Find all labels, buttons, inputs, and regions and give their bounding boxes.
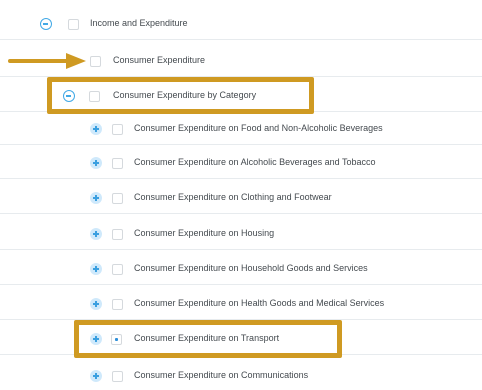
- expand-icon[interactable]: [90, 298, 102, 310]
- checkbox[interactable]: [112, 370, 123, 382]
- expand-icon[interactable]: [90, 370, 102, 382]
- expand-icon[interactable]: [90, 228, 102, 240]
- tree-row-household-goods-and-services[interactable]: Consumer Expenditure on Household Goods …: [0, 253, 482, 285]
- tree-item-label: Consumer Expenditure on Food and Non-Alc…: [134, 123, 383, 133]
- checkbox[interactable]: [90, 55, 101, 67]
- tree-row-housing[interactable]: Consumer Expenditure on Housing: [0, 218, 482, 250]
- tree-item-label: Consumer Expenditure on Household Goods …: [134, 263, 368, 273]
- tree-item-label: Income and Expenditure: [90, 18, 188, 28]
- checkbox[interactable]: [68, 18, 79, 30]
- category-tree: Income and Expenditure Consumer Expendit…: [0, 0, 482, 387]
- tree-item-label: Consumer Expenditure on Health Goods and…: [134, 298, 385, 308]
- pointer-arrow-icon: [8, 53, 86, 69]
- tree-item-label: Consumer Expenditure: [113, 55, 206, 65]
- tree-row-clothing-and-footwear[interactable]: Consumer Expenditure on Clothing and Foo…: [0, 182, 482, 214]
- tree-item-label: Consumer Expenditure on Clothing and Foo…: [134, 192, 332, 202]
- collapse-icon[interactable]: [40, 18, 52, 30]
- checkbox[interactable]: [112, 192, 123, 204]
- highlight-box-by-category: [47, 77, 314, 114]
- tree-item-label: Consumer Expenditure on Alcoholic Bevera…: [134, 157, 376, 167]
- checkbox[interactable]: [112, 228, 123, 240]
- tree-row-alcoholic-beverages-and-tobacco[interactable]: Consumer Expenditure on Alcoholic Bevera…: [0, 147, 482, 179]
- highlight-box-transport: [74, 320, 342, 358]
- tree-row-health-goods-and-medical-services[interactable]: Consumer Expenditure on Health Goods and…: [0, 288, 482, 320]
- expand-icon[interactable]: [90, 157, 102, 169]
- checkbox[interactable]: [112, 157, 123, 169]
- tree-item-label: Consumer Expenditure on Housing: [134, 228, 275, 238]
- tree-row-income-and-expenditure[interactable]: Income and Expenditure: [0, 8, 482, 40]
- checkbox[interactable]: [112, 123, 123, 135]
- tree-item-label: Consumer Expenditure on Communications: [134, 370, 309, 380]
- tree-row-food-and-non-alcoholic-beverages[interactable]: Consumer Expenditure on Food and Non-Alc…: [0, 113, 482, 145]
- expand-icon[interactable]: [90, 192, 102, 204]
- expand-icon[interactable]: [90, 263, 102, 275]
- checkbox[interactable]: [112, 263, 123, 275]
- checkbox[interactable]: [112, 298, 123, 310]
- expand-icon[interactable]: [90, 123, 102, 135]
- tree-row-communications[interactable]: Consumer Expenditure on Communications: [0, 358, 482, 390]
